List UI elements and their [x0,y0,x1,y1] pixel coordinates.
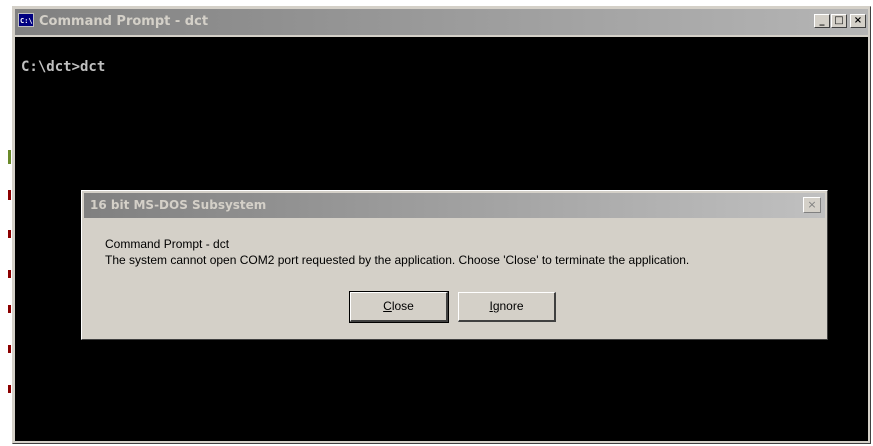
minimize-button[interactable]: _ [814,14,830,28]
console-line: C:\dct>dct [21,59,106,75]
dialog-message-body: The system cannot open COM2 port request… [105,253,690,267]
desktop-background [0,0,12,446]
maximize-button[interactable]: □ [831,14,847,28]
dialog-titlebar[interactable]: 16 bit MS-DOS Subsystem × [84,193,825,218]
desktop-edge-mark [8,230,11,238]
ms-dos-subsystem-dialog[interactable]: 16 bit MS-DOS Subsystem × Command Prompt… [81,190,828,340]
close-label-rest: lose [391,299,414,313]
ignore-button[interactable]: Ignore [458,292,556,322]
dialog-title: 16 bit MS-DOS Subsystem [90,198,267,212]
dialog-message-title: Command Prompt - dct [105,237,230,251]
close-dialog-button[interactable]: Close [349,291,449,323]
window-titlebar[interactable]: C:\ Command Prompt - dct _ □ × [15,9,868,35]
console-icon[interactable]: C:\ [18,13,34,27]
desktop-edge-mark [8,190,11,200]
desktop-edge-mark [8,270,11,278]
window-title: Command Prompt - dct [39,14,209,29]
ignore-label-rest: gnore [492,299,524,313]
desktop-edge-mark [8,385,11,393]
desktop-edge-mark [8,345,11,353]
close-button[interactable]: × [850,14,866,28]
dialog-close-icon[interactable]: × [803,197,821,213]
desktop-edge-mark [8,305,11,313]
desktop-edge-mark [8,150,11,164]
close-accelerator: C [383,299,392,313]
